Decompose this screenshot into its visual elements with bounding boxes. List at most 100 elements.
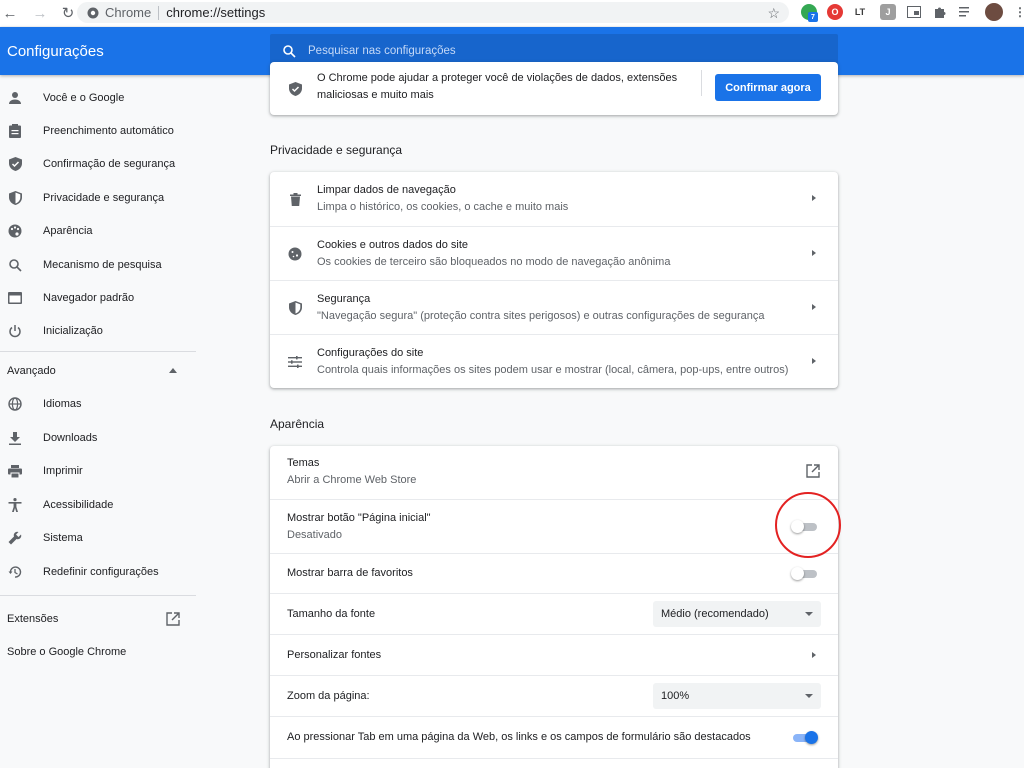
font-size-select[interactable]: Médio (recomendado) [653,601,821,627]
shield-check-icon [287,81,303,97]
sidebar-item-autofill[interactable]: Preenchimento automático [0,117,196,145]
sidebar-item-label: Confirmação de segurança [43,158,176,170]
appearance-row-themes[interactable]: Temas Abrir a Chrome Web Store [270,446,838,499]
sidebar-item-label: Privacidade e segurança [43,192,165,204]
privacy-row-site-settings[interactable]: Configurações do site Controla quais inf… [270,334,838,388]
sidebar-item-safety-check[interactable]: Confirmação de segurança [0,150,196,178]
sidebar-divider [0,595,196,596]
row-title: Ao pressionar Tab em uma página da Web, … [287,731,751,743]
sidebar-item-downloads[interactable]: Downloads [0,424,196,452]
sidebar-item-label: Navegador padrão [43,292,135,304]
sidebar-item-label: Aparência [43,225,93,237]
sidebar-item-search-engine[interactable]: Mecanismo de pesquisa [0,251,196,279]
reading-list-icon[interactable] [958,4,974,20]
row-title: Zoom da página: [287,690,370,702]
forward-icon[interactable]: → [30,2,50,24]
search-icon [270,44,308,58]
history-icon [8,565,22,579]
check-now-button[interactable]: Confirmar agora [715,74,821,101]
power-icon [8,324,22,338]
opera-extension-icon[interactable]: O [827,4,843,20]
sidebar-item-printing[interactable]: Imprimir [0,457,196,485]
row-title: Temas [287,457,320,469]
row-title: Cookies e outros dados do site [317,239,469,251]
appearance-row-customize-fonts[interactable]: Personalizar fontes [270,634,838,675]
sidebar-item-label: Idiomas [43,398,82,410]
sidebar-item-label: Acessibilidade [43,499,114,511]
j-extension-icon[interactable]: J [880,4,896,20]
cookie-icon [287,246,303,262]
sidebar-item-default-browser[interactable]: Navegador padrão [0,284,196,312]
tab-highlight-toggle[interactable] [791,730,818,746]
sidebar-item-system[interactable]: Sistema [0,524,196,552]
select-value: Médio (recomendado) [661,608,769,620]
sidebar-item-label: Inicialização [43,325,103,337]
arrow-right-icon [812,250,816,256]
appearance-row-next [270,758,838,768]
sidebar-item-about-chrome[interactable]: Sobre o Google Chrome [7,646,126,658]
arrow-right-icon [812,304,816,310]
bookmarks-bar-toggle[interactable] [791,566,818,582]
sidebar-item-reset-settings[interactable]: Redefinir configurações [0,558,196,586]
puzzle-extensions-icon[interactable] [932,4,948,20]
chevron-down-icon [805,694,813,698]
privacy-row-security[interactable]: Segurança "Navegação segura" (proteção c… [270,280,838,334]
arrow-right-icon [812,358,816,364]
address-bar[interactable]: Chrome chrome://settings ☆ [77,2,789,23]
sidebar-advanced-toggle[interactable]: Avançado [7,365,56,377]
sidebar-item-appearance[interactable]: Aparência [0,217,196,245]
sidebar-item-accessibility[interactable]: Acessibilidade [0,491,196,519]
arrow-right-icon [812,195,816,201]
appearance-row-font-size: Tamanho da fonte Médio (recomendado) [270,593,838,634]
sidebar-item-extensions[interactable]: Extensões [7,613,58,625]
open-in-new-icon[interactable] [166,612,180,626]
row-subtitle: Abrir a Chrome Web Store [287,474,417,486]
sidebar-item-label: Sistema [43,532,83,544]
bookmark-star-icon[interactable]: ☆ [767,5,780,22]
row-subtitle: Controla quais informações os sites pode… [317,364,789,376]
shield-icon [8,191,22,205]
privacy-row-clear-data[interactable]: Limpar dados de navegação Limpa o histór… [270,172,838,226]
sidebar-item-you-and-google[interactable]: Você e o Google [0,84,196,112]
privacy-section-title: Privacidade e segurança [270,143,403,157]
reload-icon[interactable]: ↻ [58,2,78,24]
picture-in-picture-icon[interactable] [906,4,922,20]
open-in-new-icon[interactable] [806,464,820,478]
annotation-circle [775,492,841,558]
shield-icon [287,300,303,316]
sidebar-item-privacy[interactable]: Privacidade e segurança [0,184,196,212]
sidebar-item-label: Preenchimento automático [43,125,174,137]
row-subtitle: Desativado [287,529,343,541]
search-input[interactable] [308,45,808,57]
row-title: Segurança [317,293,371,305]
row-title: Tamanho da fonte [287,608,376,620]
sidebar: Você e o Google Preenchimento automático… [0,76,196,768]
browser-toolbar: ← → ↻ Chrome chrome://settings ☆ 7 O LT … [0,0,1024,26]
select-value: 100% [661,690,690,702]
lt-extension-icon[interactable]: LT [852,4,868,20]
row-title: Limpar dados de navegação [317,184,456,196]
chrome-logo-icon [87,7,99,18]
sidebar-item-languages[interactable]: Idiomas [0,390,196,418]
safety-check-card: O Chrome pode ajudar a proteger você de … [270,62,838,115]
search-icon [8,258,22,272]
sidebar-item-on-startup[interactable]: Inicialização [0,317,196,345]
row-subtitle: Os cookies de terceiro são bloqueados no… [317,256,671,268]
chevron-up-icon[interactable] [169,368,177,373]
row-title: Configurações do site [317,347,424,359]
safety-text-line2: maliciosas e muito mais [317,89,434,101]
back-icon[interactable]: ← [0,2,20,24]
extensions-label: Extensões [7,613,59,625]
page-zoom-select[interactable]: 100% [653,683,821,709]
privacy-row-cookies[interactable]: Cookies e outros dados do site Os cookie… [270,226,838,280]
site-chip-label: Chrome [105,5,152,20]
safety-text-line1: O Chrome pode ajudar a proteger você de … [317,72,678,84]
profile-avatar-icon[interactable] [985,3,1003,21]
browser-menu-icon[interactable]: ⋮ [1012,4,1024,20]
privacy-card: Limpar dados de navegação Limpa o histór… [270,172,838,388]
sidebar-divider [0,351,196,352]
row-subtitle: "Navegação segura" (proteção contra site… [317,310,765,322]
accessibility-icon [8,498,22,512]
sidebar-item-label: Você e o Google [43,92,125,104]
palette-icon [8,224,22,238]
